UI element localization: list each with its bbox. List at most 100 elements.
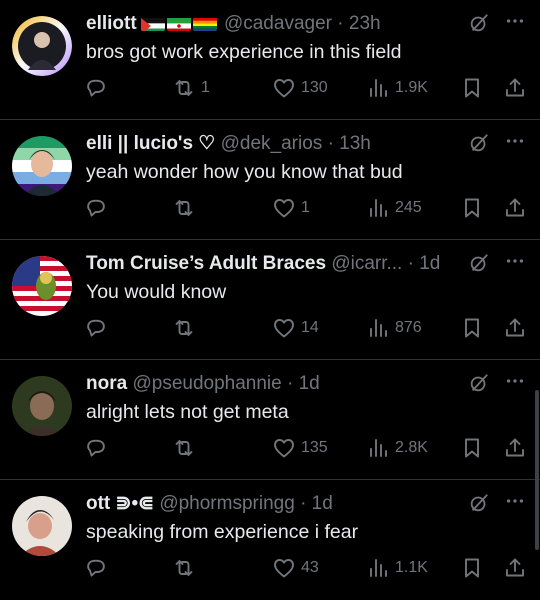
avatar[interactable]: [12, 256, 72, 316]
avatar[interactable]: [12, 136, 72, 196]
reply-button[interactable]: [84, 434, 108, 462]
views-button[interactable]: 2.8K: [366, 434, 428, 462]
share-button[interactable]: [503, 74, 527, 102]
grok-icon[interactable]: [468, 132, 490, 154]
reply-item[interactable]: elliott @cadavager · 23h bros got work e…: [0, 0, 540, 120]
view-count: 2.8K: [395, 439, 428, 456]
repost-button[interactable]: [172, 314, 201, 342]
timestamp[interactable]: 1d: [299, 373, 320, 394]
display-name[interactable]: ott ⋑•⋐: [86, 493, 154, 514]
reply-button[interactable]: [84, 314, 108, 342]
share-icon: [506, 438, 524, 457]
like-button[interactable]: 1: [272, 194, 310, 222]
repost-button[interactable]: 1: [172, 74, 210, 102]
like-button[interactable]: 130: [272, 74, 328, 102]
avatar[interactable]: [12, 376, 72, 436]
timestamp[interactable]: 13h: [339, 133, 371, 154]
views-button[interactable]: 1.9K: [366, 74, 428, 102]
more-icon[interactable]: [504, 130, 526, 152]
reply-icon: [87, 199, 105, 217]
avatar[interactable]: [12, 496, 72, 556]
timestamp[interactable]: 23h: [349, 13, 381, 34]
palestine-flag-icon: [140, 15, 165, 31]
flag-emojis: [140, 13, 219, 34]
repost-icon: [175, 320, 193, 336]
scrollbar[interactable]: [535, 390, 539, 550]
like-button[interactable]: 135: [272, 434, 328, 462]
grok-icon[interactable]: [468, 252, 490, 274]
repost-button[interactable]: [172, 434, 201, 462]
more-icon[interactable]: [504, 10, 526, 32]
grok-icon[interactable]: [468, 492, 490, 514]
username[interactable]: @cadavager: [224, 13, 332, 34]
reply-item[interactable]: nora @pseudophannie · 1d alright lets no…: [0, 360, 540, 480]
like-button[interactable]: 43: [272, 554, 319, 582]
username[interactable]: @pseudophannie: [132, 373, 281, 394]
separator-dot: ·: [287, 373, 294, 394]
more-icon[interactable]: [504, 370, 526, 392]
repost-icon: [175, 560, 193, 576]
reply-button[interactable]: [84, 74, 108, 102]
views-button[interactable]: 245: [366, 194, 422, 222]
grok-icon[interactable]: [468, 372, 490, 394]
display-name[interactable]: nora: [86, 373, 127, 394]
views-icon: [370, 199, 387, 217]
reply-item[interactable]: ott ⋑•⋐ @phormspringg · 1d speaking from…: [0, 480, 540, 600]
repost-button[interactable]: [172, 554, 201, 582]
display-name[interactable]: elliott: [86, 13, 137, 34]
username[interactable]: @icarr...: [331, 253, 402, 274]
repost-count: 1: [201, 79, 210, 96]
more-icon[interactable]: [504, 490, 526, 512]
reply-header: elliott @cadavager · 23h: [86, 10, 460, 38]
view-count: 876: [395, 319, 422, 336]
more-icon[interactable]: [504, 250, 526, 272]
view-count: 245: [395, 199, 422, 216]
views-button[interactable]: 876: [366, 314, 422, 342]
views-button[interactable]: 1.1K: [366, 554, 428, 582]
reply-button[interactable]: [84, 194, 108, 222]
bookmark-button[interactable]: [460, 194, 484, 222]
view-count: 1.9K: [395, 79, 428, 96]
share-button[interactable]: [503, 314, 527, 342]
heart-icon: [274, 79, 294, 98]
avatar[interactable]: [12, 16, 72, 76]
timestamp[interactable]: 1d: [312, 493, 333, 514]
reply-header: elli || lucio's ♡ @dek_arios · 13h: [86, 130, 460, 158]
action-bar: 14 876: [0, 314, 540, 342]
reply-text: bros got work experience in this field: [86, 41, 402, 63]
repost-button[interactable]: [172, 194, 201, 222]
grok-icon[interactable]: [468, 12, 490, 34]
share-button[interactable]: [503, 434, 527, 462]
bookmark-button[interactable]: [460, 554, 484, 582]
reply-item[interactable]: Tom Cruise’s Adult Braces @icarr... · 1d…: [0, 240, 540, 360]
reply-button[interactable]: [84, 554, 108, 582]
reply-icon: [87, 79, 105, 97]
pride-flag-icon: [192, 15, 217, 31]
bookmark-icon: [465, 198, 479, 218]
bookmark-button[interactable]: [460, 74, 484, 102]
repost-icon: [175, 440, 193, 456]
like-button[interactable]: 14: [272, 314, 319, 342]
bookmark-icon: [465, 438, 479, 458]
separator-dot: ·: [407, 253, 414, 274]
reply-header: Tom Cruise’s Adult Braces @icarr... · 1d: [86, 250, 460, 278]
share-button[interactable]: [503, 194, 527, 222]
like-count: 43: [301, 559, 319, 576]
action-bar: 1 245: [0, 194, 540, 222]
share-icon: [506, 318, 524, 337]
reply-header: ott ⋑•⋐ @phormspringg · 1d: [86, 490, 460, 518]
bookmark-button[interactable]: [460, 314, 484, 342]
timestamp[interactable]: 1d: [419, 253, 440, 274]
repost-icon: [175, 200, 193, 216]
action-bar: 43 1.1K: [0, 554, 540, 582]
bookmark-button[interactable]: [460, 434, 484, 462]
heart-icon: [274, 439, 294, 458]
username[interactable]: @phormspringg: [159, 493, 294, 514]
reply-item[interactable]: elli || lucio's ♡ @dek_arios · 13h yeah …: [0, 120, 540, 240]
username[interactable]: @dek_arios: [221, 133, 323, 154]
display-name[interactable]: Tom Cruise’s Adult Braces: [86, 253, 326, 274]
views-icon: [370, 559, 387, 577]
share-button[interactable]: [503, 554, 527, 582]
display-name[interactable]: elli || lucio's ♡: [86, 133, 215, 154]
share-icon: [506, 198, 524, 217]
